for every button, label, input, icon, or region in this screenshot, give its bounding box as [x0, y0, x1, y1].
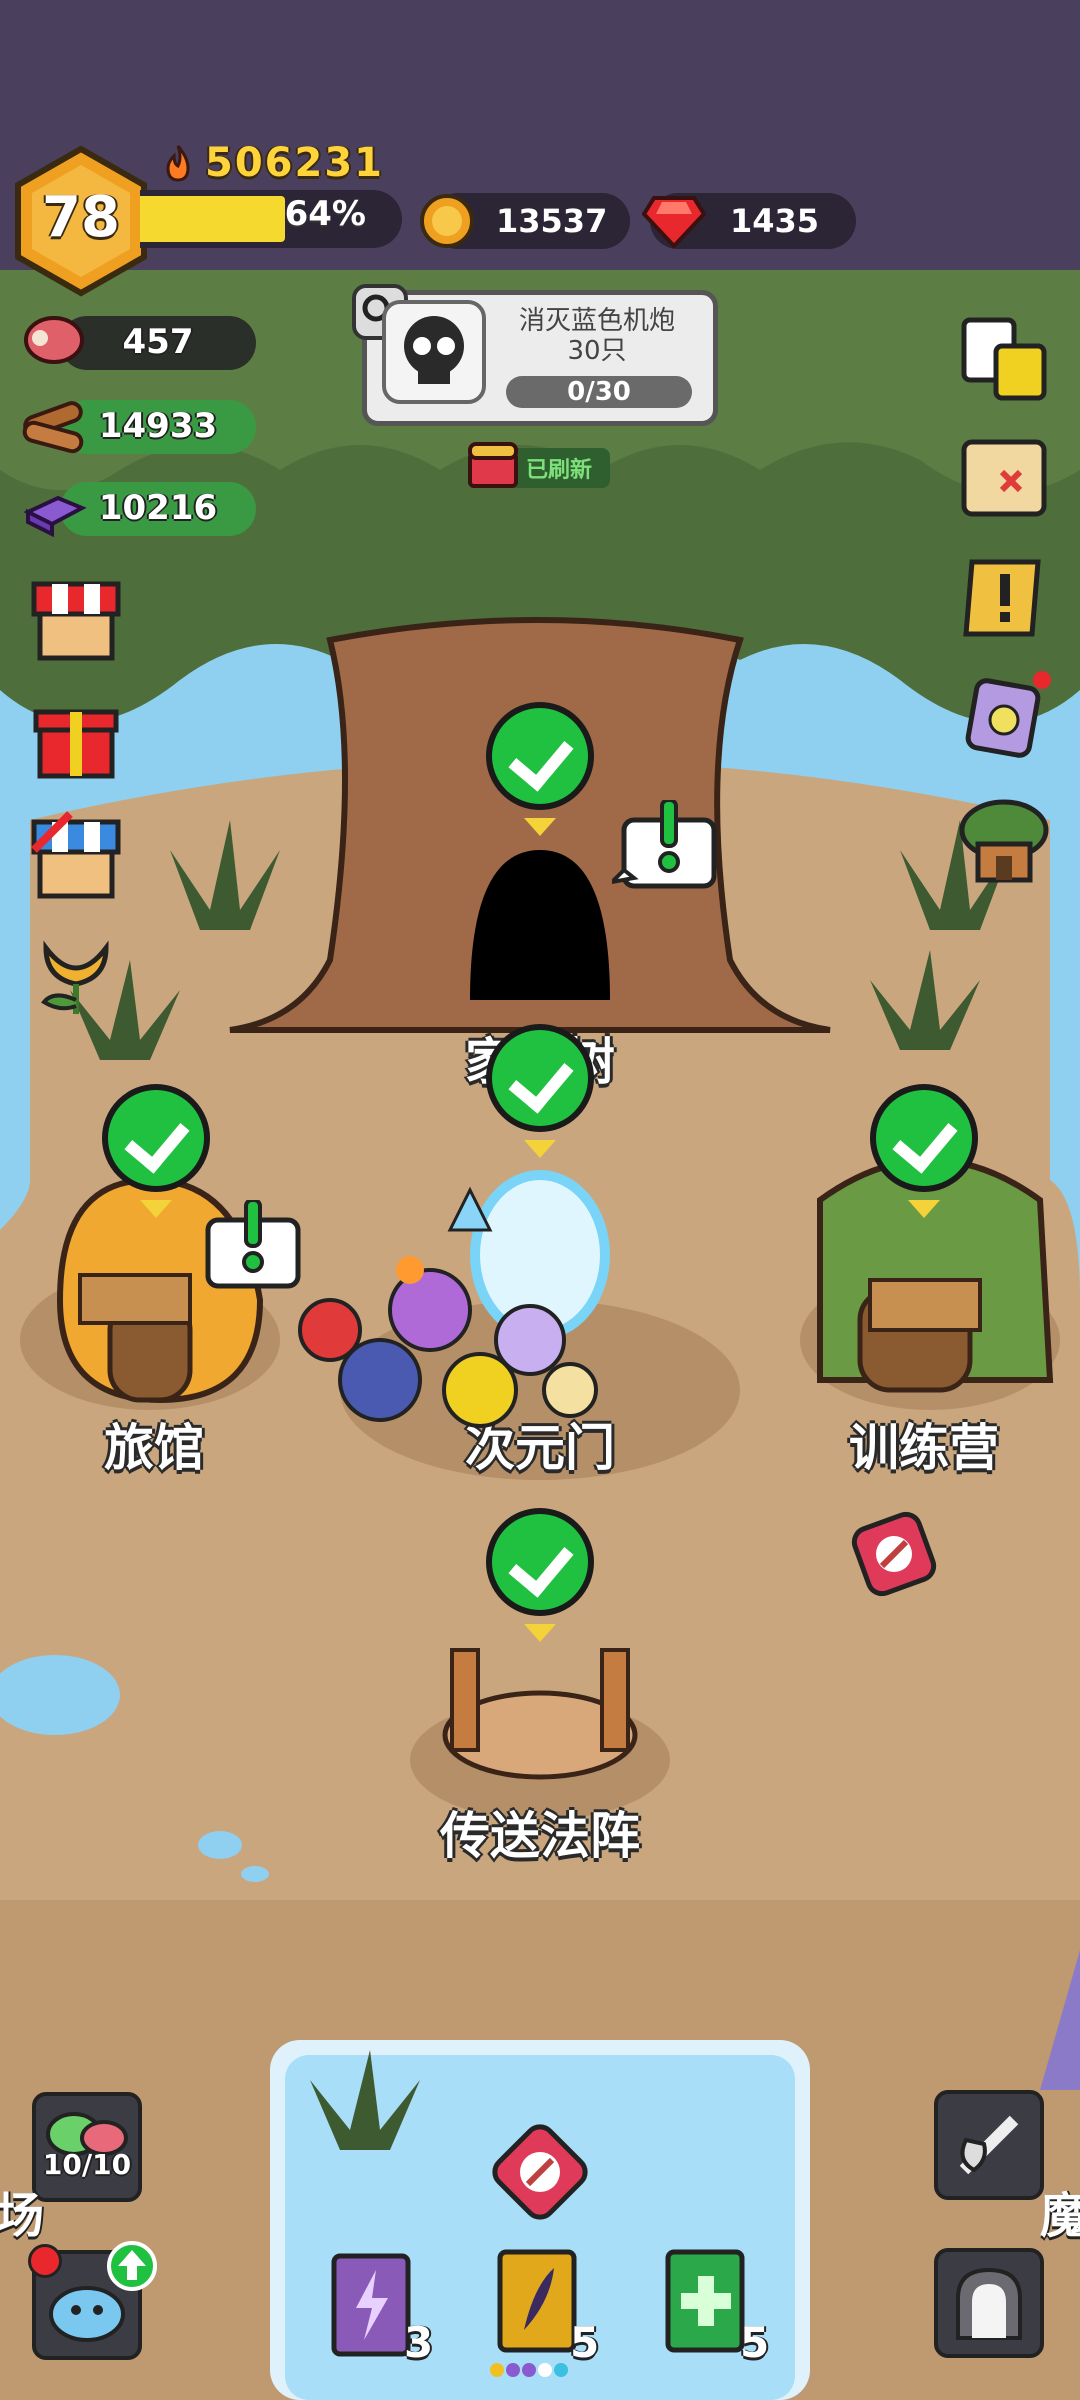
treasure-map-icon[interactable]: [958, 432, 1050, 524]
sword-wing-icon: [944, 2100, 1034, 2190]
refresh-label: 已刷新: [526, 458, 593, 483]
golden-flower-icon[interactable]: [30, 928, 122, 1020]
potion-bottle-icon[interactable]: [962, 670, 1054, 762]
training-camp-pointer: [908, 1200, 940, 1218]
right-edge-label: 魔: [1040, 2188, 1080, 2244]
treasure-chest-icon: [466, 440, 520, 492]
wood-value: 14933: [98, 406, 218, 446]
red-notification-dot: [28, 2244, 62, 2278]
blue-shop-icon[interactable]: [30, 810, 122, 902]
left-edge-label: 场: [0, 2188, 45, 2244]
collection-cards-icon[interactable]: [958, 312, 1050, 404]
home-tree-check-icon[interactable]: [486, 702, 594, 810]
quest-scroll-icon[interactable]: [958, 552, 1050, 644]
portal-pointer: [524, 1140, 556, 1158]
upgrade-arrow-icon: [106, 2240, 158, 2292]
gold-coin-icon: [418, 192, 476, 250]
gem-value: 1435: [730, 202, 820, 240]
teleport-pointer: [524, 1624, 556, 1642]
gift-box-icon[interactable]: [30, 690, 122, 782]
exclamation-bubble-icon[interactable]: [606, 798, 722, 900]
crossed-swords-badge-icon[interactable]: [846, 1506, 942, 1602]
skull-icon: [382, 300, 486, 404]
flame-icon: [158, 144, 198, 184]
shop-icon[interactable]: [30, 572, 122, 664]
lightning-book-icon[interactable]: [328, 2250, 416, 2360]
ruby-gem-icon: [641, 192, 707, 250]
portal-check-icon[interactable]: [486, 1024, 594, 1132]
tavern-pointer: [140, 1200, 172, 1218]
heal-book-icon[interactable]: [662, 2246, 750, 2356]
treehouse-icon[interactable]: [958, 796, 1050, 888]
training-camp-check-icon[interactable]: [870, 1084, 978, 1192]
xp-percent: 64%: [284, 194, 366, 234]
quest-progress: 0/30: [567, 377, 631, 407]
tavern-label: 旅馆: [104, 1419, 204, 1477]
feather-book-icon[interactable]: [494, 2246, 582, 2356]
teleport-array-label: 传送法阵: [440, 1807, 640, 1865]
teleport-check-icon[interactable]: [486, 1508, 594, 1616]
power-value: 506231: [205, 140, 384, 186]
crossed-swords-alert-icon[interactable]: [484, 2116, 596, 2228]
stone-arch-icon: [944, 2258, 1034, 2348]
training-camp-label: 训练营: [849, 1419, 999, 1477]
quest-title: 消灭蓝色机炮30只: [518, 306, 675, 366]
player-level: 78: [42, 185, 120, 250]
slime-pair-icon: [38, 2096, 136, 2156]
slime-count: 10/10: [42, 2148, 132, 2181]
tavern-check-icon[interactable]: [102, 1084, 210, 1192]
feather-book-count: 5: [570, 2318, 600, 2367]
heal-book-count: 5: [740, 2318, 770, 2367]
gold-value: 13537: [496, 202, 608, 240]
rarity-dots: [490, 2362, 590, 2378]
lightning-book-count: 3: [404, 2318, 434, 2367]
home-tree-pointer: [524, 818, 556, 836]
meat-value: 457: [122, 322, 194, 362]
crystal-value: 10216: [98, 488, 218, 528]
hero-crowd: [298, 1186, 598, 1428]
